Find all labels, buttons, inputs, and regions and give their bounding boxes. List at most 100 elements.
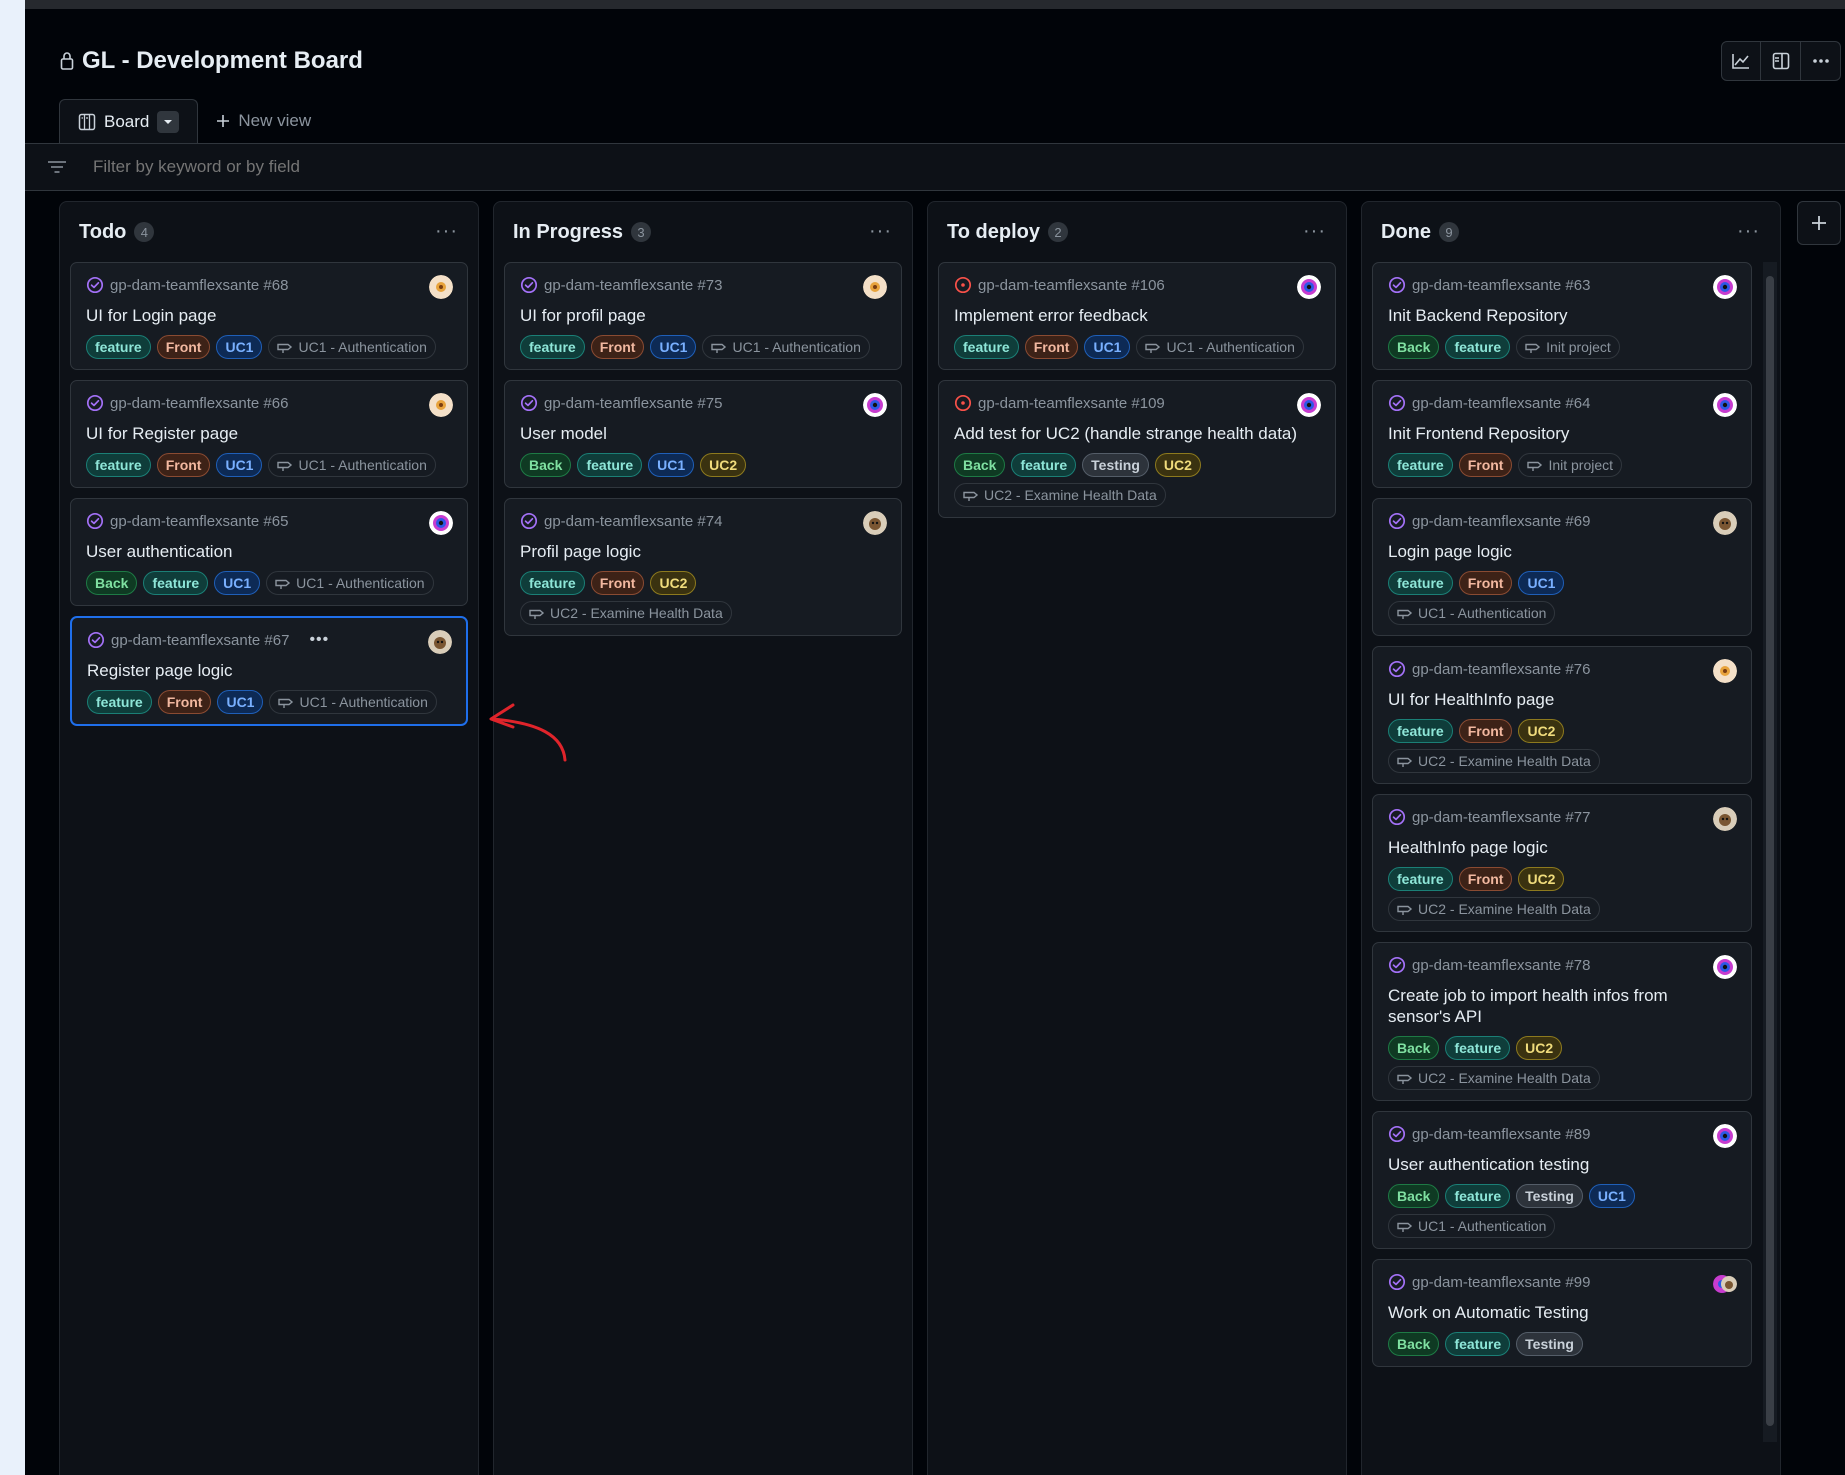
label-badge[interactable]: UC1 — [216, 453, 263, 477]
label-badge[interactable]: Front — [1458, 571, 1513, 595]
column-menu-button[interactable]: ··· — [1303, 220, 1326, 243]
milestone-badge[interactable]: UC1 - Authentication — [1388, 601, 1556, 625]
issue-card[interactable]: gp-dam-teamflexsante #66 UI for Register … — [70, 380, 468, 488]
toggle-panel-button[interactable] — [1761, 41, 1801, 81]
issue-reference[interactable]: gp-dam-teamflexsante #68 — [110, 277, 288, 294]
issue-reference[interactable]: gp-dam-teamflexsante #89 — [1412, 1126, 1590, 1143]
issue-reference[interactable]: gp-dam-teamflexsante #66 — [110, 395, 288, 412]
issue-reference[interactable]: gp-dam-teamflexsante #73 — [544, 277, 722, 294]
label-badge[interactable]: Back — [1388, 1036, 1440, 1060]
issue-card[interactable]: gp-dam-teamflexsante #99 Work on Automati… — [1372, 1259, 1752, 1367]
label-badge[interactable]: feature — [520, 335, 585, 359]
issue-reference[interactable]: gp-dam-teamflexsante #69 — [1412, 513, 1590, 530]
issue-title[interactable]: Init Frontend Repository — [1388, 423, 1737, 444]
view-options-caret[interactable] — [157, 110, 180, 133]
label-badge[interactable]: Front — [590, 571, 645, 595]
issue-title[interactable]: User model — [520, 423, 887, 444]
issue-card[interactable]: gp-dam-teamflexsante #106 Implement error… — [938, 262, 1336, 370]
issue-card[interactable]: gp-dam-teamflexsante #89 User authenticat… — [1372, 1111, 1752, 1249]
assignee-avatar[interactable] — [1713, 511, 1737, 535]
issue-card[interactable]: gp-dam-teamflexsante #74 Profil page logi… — [504, 498, 902, 636]
label-badge[interactable]: feature — [143, 571, 209, 595]
issue-title[interactable]: UI for profil page — [520, 305, 887, 326]
column-menu-button[interactable]: ··· — [435, 220, 458, 243]
label-badge[interactable]: feature — [1388, 453, 1453, 477]
milestone-badge[interactable]: UC1 - Authentication — [702, 335, 870, 359]
label-badge[interactable]: UC1 — [1084, 335, 1131, 359]
filter-input[interactable] — [93, 157, 693, 177]
issue-reference[interactable]: gp-dam-teamflexsante #109 — [978, 395, 1165, 412]
issue-title[interactable]: Register page logic — [87, 660, 452, 681]
column-scrollbar[interactable] — [1763, 262, 1777, 1442]
milestone-badge[interactable]: UC1 - Authentication — [266, 571, 434, 595]
issue-card[interactable]: gp-dam-teamflexsante #78 Create job to im… — [1372, 942, 1752, 1101]
label-badge[interactable]: UC1 — [1518, 571, 1565, 595]
label-badge[interactable]: Testing — [1082, 453, 1149, 477]
milestone-badge[interactable]: Init project — [1516, 335, 1620, 359]
label-badge[interactable]: feature — [86, 453, 151, 477]
issue-reference[interactable]: gp-dam-teamflexsante #64 — [1412, 395, 1590, 412]
issue-reference[interactable]: gp-dam-teamflexsante #76 — [1412, 661, 1590, 678]
new-view-button[interactable]: New view — [198, 99, 329, 143]
assignee-avatar[interactable] — [1713, 659, 1737, 683]
assignee-avatar[interactable] — [1713, 275, 1737, 299]
label-badge[interactable]: feature — [1388, 571, 1453, 595]
label-badge[interactable]: UC2 — [700, 453, 747, 477]
label-badge[interactable]: UC2 — [1518, 867, 1565, 891]
assignee-avatar[interactable] — [863, 393, 887, 417]
issue-title[interactable]: User authentication testing — [1388, 1154, 1737, 1175]
label-badge[interactable]: UC2 — [650, 571, 697, 595]
issue-title[interactable]: UI for Register page — [86, 423, 453, 444]
insights-button[interactable] — [1721, 41, 1761, 81]
label-badge[interactable]: UC1 — [648, 453, 695, 477]
issue-reference[interactable]: gp-dam-teamflexsante #65 — [110, 513, 288, 530]
label-badge[interactable]: UC1 — [650, 335, 697, 359]
assignee-avatar[interactable] — [1713, 955, 1737, 979]
milestone-badge[interactable]: Init project — [1518, 453, 1623, 477]
label-badge[interactable]: Front — [1024, 335, 1079, 359]
label-badge[interactable]: UC1 — [216, 335, 263, 359]
card-menu-button[interactable]: ••• — [309, 631, 329, 649]
issue-title[interactable]: User authentication — [86, 541, 453, 562]
label-badge[interactable]: Front — [1458, 453, 1513, 477]
issue-title[interactable]: Login page logic — [1388, 541, 1737, 562]
label-badge[interactable]: feature — [1445, 1184, 1511, 1208]
issue-reference[interactable]: gp-dam-teamflexsante #74 — [544, 513, 722, 530]
issue-card[interactable]: gp-dam-teamflexsante #64 Init Frontend Re… — [1372, 380, 1752, 488]
milestone-badge[interactable]: UC2 - Examine Health Data — [954, 483, 1166, 507]
issue-reference[interactable]: gp-dam-teamflexsante #77 — [1412, 809, 1590, 826]
scrollbar-thumb[interactable] — [1766, 276, 1774, 1426]
issue-card[interactable]: gp-dam-teamflexsante #67 ••• Register page… — [70, 616, 468, 726]
label-badge[interactable]: Front — [156, 453, 211, 477]
issue-card[interactable]: gp-dam-teamflexsante #76 UI for HealthInf… — [1372, 646, 1752, 784]
issue-reference[interactable]: gp-dam-teamflexsante #67 — [111, 632, 289, 649]
label-badge[interactable]: feature — [577, 453, 643, 477]
label-badge[interactable]: Back — [1388, 1332, 1440, 1356]
assignee-avatar[interactable] — [1297, 275, 1321, 299]
issue-title[interactable]: UI for Login page — [86, 305, 453, 326]
label-badge[interactable]: UC2 — [1516, 1036, 1563, 1060]
assignee-avatar[interactable] — [429, 393, 453, 417]
label-badge[interactable]: feature — [1011, 453, 1077, 477]
milestone-badge[interactable]: UC2 - Examine Health Data — [1388, 897, 1600, 921]
column-menu-button[interactable]: ··· — [869, 220, 892, 243]
issue-reference[interactable]: gp-dam-teamflexsante #78 — [1412, 957, 1590, 974]
assignee-avatar[interactable] — [1713, 393, 1737, 417]
milestone-badge[interactable]: UC1 - Authentication — [269, 690, 437, 714]
assignee-avatar[interactable] — [428, 630, 452, 654]
issue-card[interactable]: gp-dam-teamflexsante #68 UI for Login pag… — [70, 262, 468, 370]
assignee-avatar[interactable] — [429, 275, 453, 299]
label-badge[interactable]: Front — [590, 335, 645, 359]
issue-title[interactable]: Init Backend Repository — [1388, 305, 1737, 326]
issue-title[interactable]: Add test for UC2 (handle strange health … — [954, 423, 1321, 444]
issue-card[interactable]: gp-dam-teamflexsante #77 HealthInfo page … — [1372, 794, 1752, 932]
milestone-badge[interactable]: UC2 - Examine Health Data — [1388, 1066, 1600, 1090]
label-badge[interactable]: feature — [1445, 335, 1511, 359]
issue-title[interactable]: Create job to import health infos from s… — [1388, 985, 1737, 1027]
issue-reference[interactable]: gp-dam-teamflexsante #106 — [978, 277, 1165, 294]
milestone-badge[interactable]: UC1 - Authentication — [1388, 1214, 1556, 1238]
label-badge[interactable]: Back — [1388, 1184, 1440, 1208]
issue-card[interactable]: gp-dam-teamflexsante #63 Init Backend Rep… — [1372, 262, 1752, 370]
label-badge[interactable]: Back — [1388, 335, 1440, 359]
label-badge[interactable]: UC1 — [214, 571, 261, 595]
